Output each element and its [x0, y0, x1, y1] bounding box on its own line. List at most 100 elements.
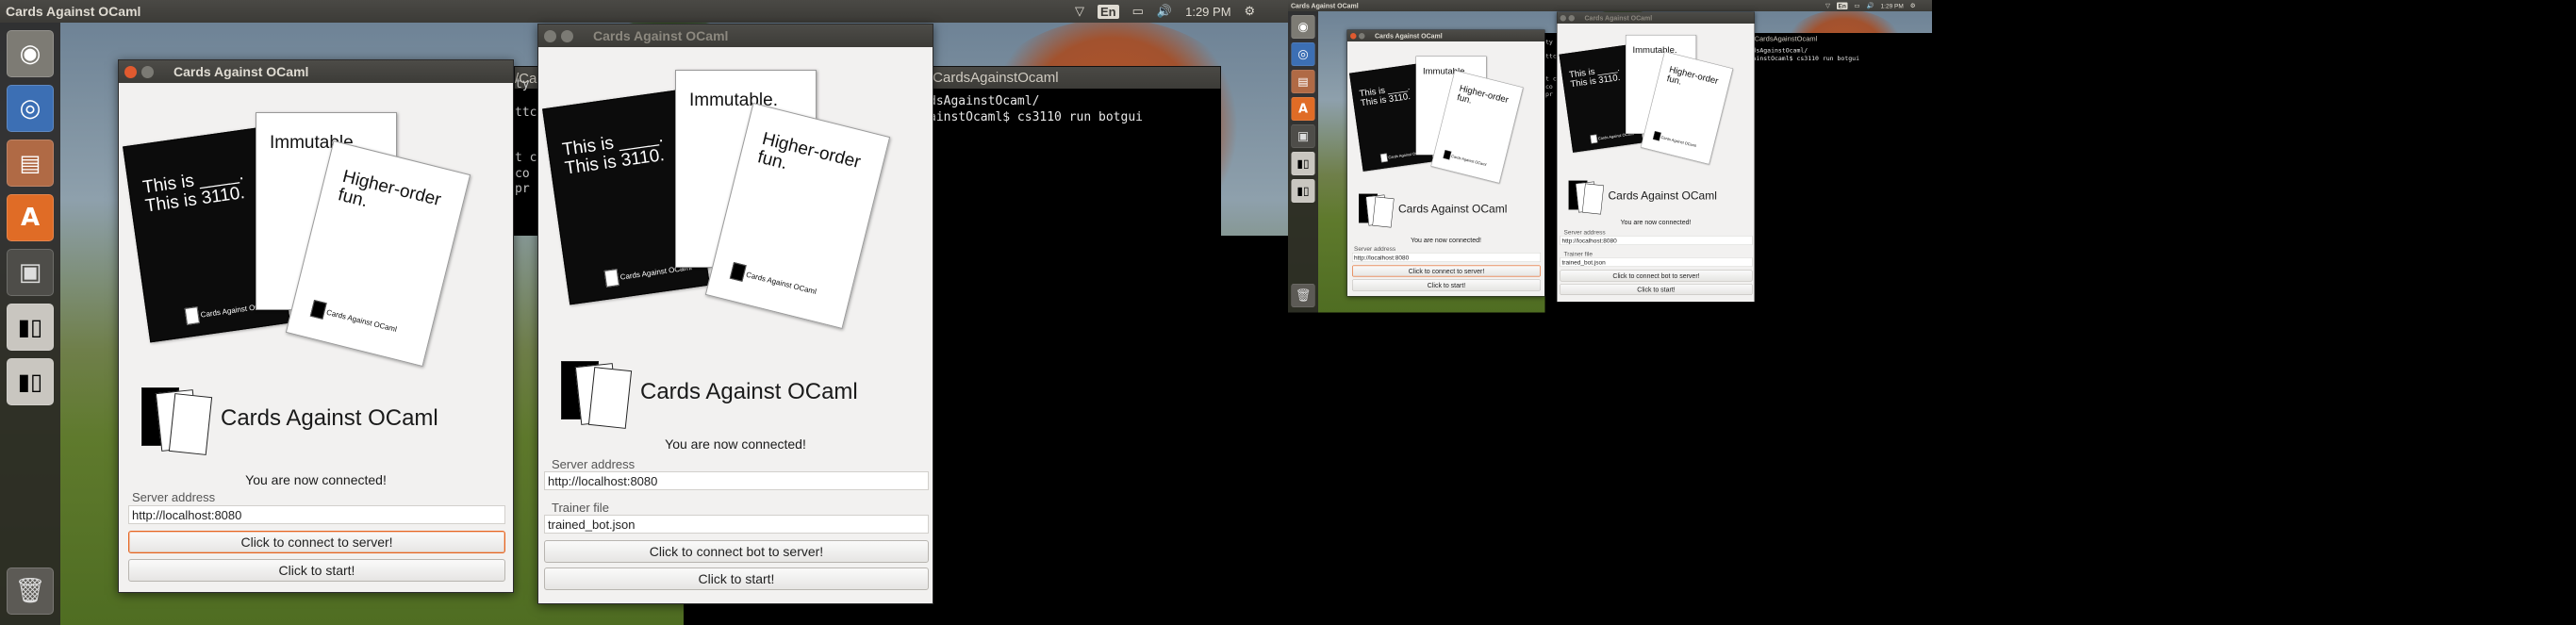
- terminal-fragment: ty: [1545, 39, 1553, 46]
- terminal-fragment: ttc: [515, 106, 537, 120]
- desktop-screenshot-1: /CardsAgainstOcaml dsAgainstOcaml/ ainst…: [0, 0, 1288, 625]
- connect-button[interactable]: Click to connect to server!: [1352, 265, 1541, 277]
- start-button[interactable]: Click to start!: [1352, 279, 1541, 291]
- ubuntu-dash-icon[interactable]: ◉: [7, 30, 54, 77]
- network-icon[interactable]: ▽: [1075, 4, 1084, 19]
- mini-cards-icon: [1652, 131, 1661, 141]
- close-icon[interactable]: [1560, 14, 1566, 22]
- files-icon[interactable]: ▤: [1291, 70, 1315, 93]
- settings-gear-icon[interactable]: ⚙: [1910, 2, 1916, 9]
- chromium-icon[interactable]: ◎: [7, 85, 54, 132]
- volume-icon[interactable]: 🔊: [1866, 2, 1874, 9]
- app-logo-row: Cards Against OCaml: [1568, 177, 1717, 215]
- keyboard-layout[interactable]: En: [1098, 4, 1119, 19]
- active-app-title: Cards Against OCaml: [6, 4, 141, 19]
- trainer-file-field[interactable]: trained_bot.json: [544, 515, 929, 534]
- app-logo-icon: [561, 359, 633, 429]
- trainer-file-label: Trainer file: [1563, 250, 1593, 258]
- connection-status: You are now connected!: [245, 472, 387, 487]
- hero-card-art: This is ____. This is 3110. Cards Against…: [123, 98, 505, 409]
- files-icon[interactable]: ▤: [7, 140, 54, 187]
- cards-app-icon-2[interactable]: ▮▯: [7, 358, 54, 405]
- start-button[interactable]: Click to start!: [544, 567, 929, 590]
- terminal-fragment: pr: [1545, 90, 1553, 99]
- server-address-field[interactable]: http://localhost:8080: [1560, 236, 1753, 245]
- server-address-label: Server address: [1563, 228, 1606, 237]
- workspace-switcher-icon[interactable]: ▣: [1291, 124, 1315, 148]
- battery-icon[interactable]: ▭: [1854, 2, 1859, 9]
- app-logo-icon: [1568, 180, 1605, 215]
- window-title: Cards Against OCaml: [173, 64, 309, 79]
- connect-bot-button[interactable]: Click to connect bot to server!: [1560, 270, 1753, 282]
- minimize-icon[interactable]: [141, 65, 154, 78]
- cards-app-icon[interactable]: ▮▯: [1291, 152, 1315, 175]
- server-address-label: Server address: [1354, 245, 1396, 253]
- mini-cards-icon: [1443, 150, 1452, 160]
- terminal-fragment: ttc: [1545, 53, 1557, 60]
- cards-app-icon[interactable]: ▮▯: [7, 304, 54, 351]
- close-icon[interactable]: [544, 29, 556, 42]
- minimize-icon[interactable]: [561, 29, 573, 42]
- close-icon[interactable]: [124, 65, 137, 78]
- terminal-line: ainstOcaml$ cs3110 run botgui: [1752, 55, 1859, 63]
- mini-cards-icon: [603, 269, 619, 288]
- mini-cards-icon: [184, 306, 200, 325]
- hero-card-art: This is ____. This is 3110. Cards Against…: [1559, 25, 1751, 181]
- app-name: Cards Against OCaml: [1608, 189, 1717, 203]
- trash-icon[interactable]: 🗑: [7, 567, 54, 615]
- workspace-switcher-icon[interactable]: ▣: [7, 249, 54, 296]
- mini-cards-icon: [309, 300, 327, 320]
- server-address-field[interactable]: http://localhost:8080: [544, 471, 929, 490]
- battery-icon[interactable]: ▭: [1132, 4, 1144, 19]
- client-window[interactable]: Cards Against OCaml This is ____. This is…: [1346, 29, 1545, 297]
- settings-gear-icon[interactable]: ⚙: [1245, 4, 1256, 19]
- connect-button[interactable]: Click to connect to server!: [128, 531, 505, 553]
- app-name: Cards Against OCaml: [1398, 203, 1508, 216]
- chromium-icon[interactable]: ◎: [1291, 42, 1315, 66]
- connection-status: You are now connected!: [1620, 218, 1692, 226]
- clock[interactable]: 1:29 PM: [1881, 2, 1904, 9]
- trainer-file-label: Trainer file: [552, 501, 609, 515]
- software-center-icon[interactable]: A: [7, 194, 54, 241]
- terminal-fragment: t c: [515, 151, 537, 165]
- connect-bot-button[interactable]: Click to connect bot to server!: [544, 540, 929, 563]
- server-address-field[interactable]: http://localhost:8080: [1352, 253, 1541, 262]
- ubuntu-dash-icon[interactable]: ◉: [1291, 15, 1315, 39]
- volume-icon[interactable]: 🔊: [1157, 4, 1172, 19]
- indicator-area: ▽ En ▭ 🔊 1:29 PM ⚙: [1075, 0, 1255, 23]
- network-icon[interactable]: ▽: [1825, 2, 1830, 9]
- keyboard-layout[interactable]: En: [1837, 2, 1848, 9]
- hero-card-art: This is ____. This is 3110. Cards Against…: [1349, 49, 1541, 205]
- bot-window[interactable]: Cards Against OCaml This is ____. This is…: [537, 24, 933, 604]
- mini-cards-icon: [729, 262, 747, 282]
- server-address-label: Server address: [552, 457, 636, 471]
- top-panel: Cards Against OCaml ▽ En ▭ 🔊 1:29 PM ⚙: [0, 0, 1288, 23]
- window-titlebar[interactable]: Cards Against OCaml: [1557, 12, 1755, 24]
- clock[interactable]: 1:29 PM: [1185, 5, 1230, 19]
- close-icon[interactable]: [1350, 32, 1357, 40]
- bot-window[interactable]: Cards Against OCaml This is ____. This is…: [1557, 11, 1755, 303]
- window-title: Cards Against OCaml: [1584, 14, 1653, 22]
- client-window[interactable]: Cards Against OCaml This is ____. This is…: [118, 59, 514, 593]
- start-button[interactable]: Click to start!: [128, 559, 505, 582]
- app-name: Cards Against OCaml: [640, 379, 858, 404]
- minimize-icon[interactable]: [1359, 32, 1365, 40]
- minimize-icon[interactable]: [1568, 14, 1575, 22]
- trash-icon[interactable]: 🗑: [1291, 284, 1315, 307]
- window-titlebar[interactable]: Cards Against OCaml: [1347, 30, 1544, 41]
- terminal-fragment: ty: [515, 77, 530, 91]
- cards-app-icon-2[interactable]: ▮▯: [1291, 179, 1315, 203]
- trainer-file-field[interactable]: trained_bot.json: [1560, 257, 1753, 267]
- start-button[interactable]: Click to start!: [1560, 284, 1753, 295]
- software-center-icon[interactable]: A: [1291, 97, 1315, 121]
- window-titlebar[interactable]: Cards Against OCaml: [119, 60, 513, 83]
- terminal-fragment: co: [515, 167, 530, 181]
- server-address-field[interactable]: http://localhost:8080: [128, 505, 505, 524]
- server-address-label: Server address: [132, 490, 216, 504]
- window-title: Cards Against OCaml: [593, 28, 729, 43]
- card-brand: Cards Against OCaml: [745, 270, 817, 296]
- app-logo-icon: [141, 386, 213, 455]
- terminal-line: dsAgainstOcaml/: [1752, 47, 1808, 55]
- window-titlebar[interactable]: Cards Against OCaml: [538, 25, 933, 47]
- app-logo-icon: [1359, 193, 1395, 228]
